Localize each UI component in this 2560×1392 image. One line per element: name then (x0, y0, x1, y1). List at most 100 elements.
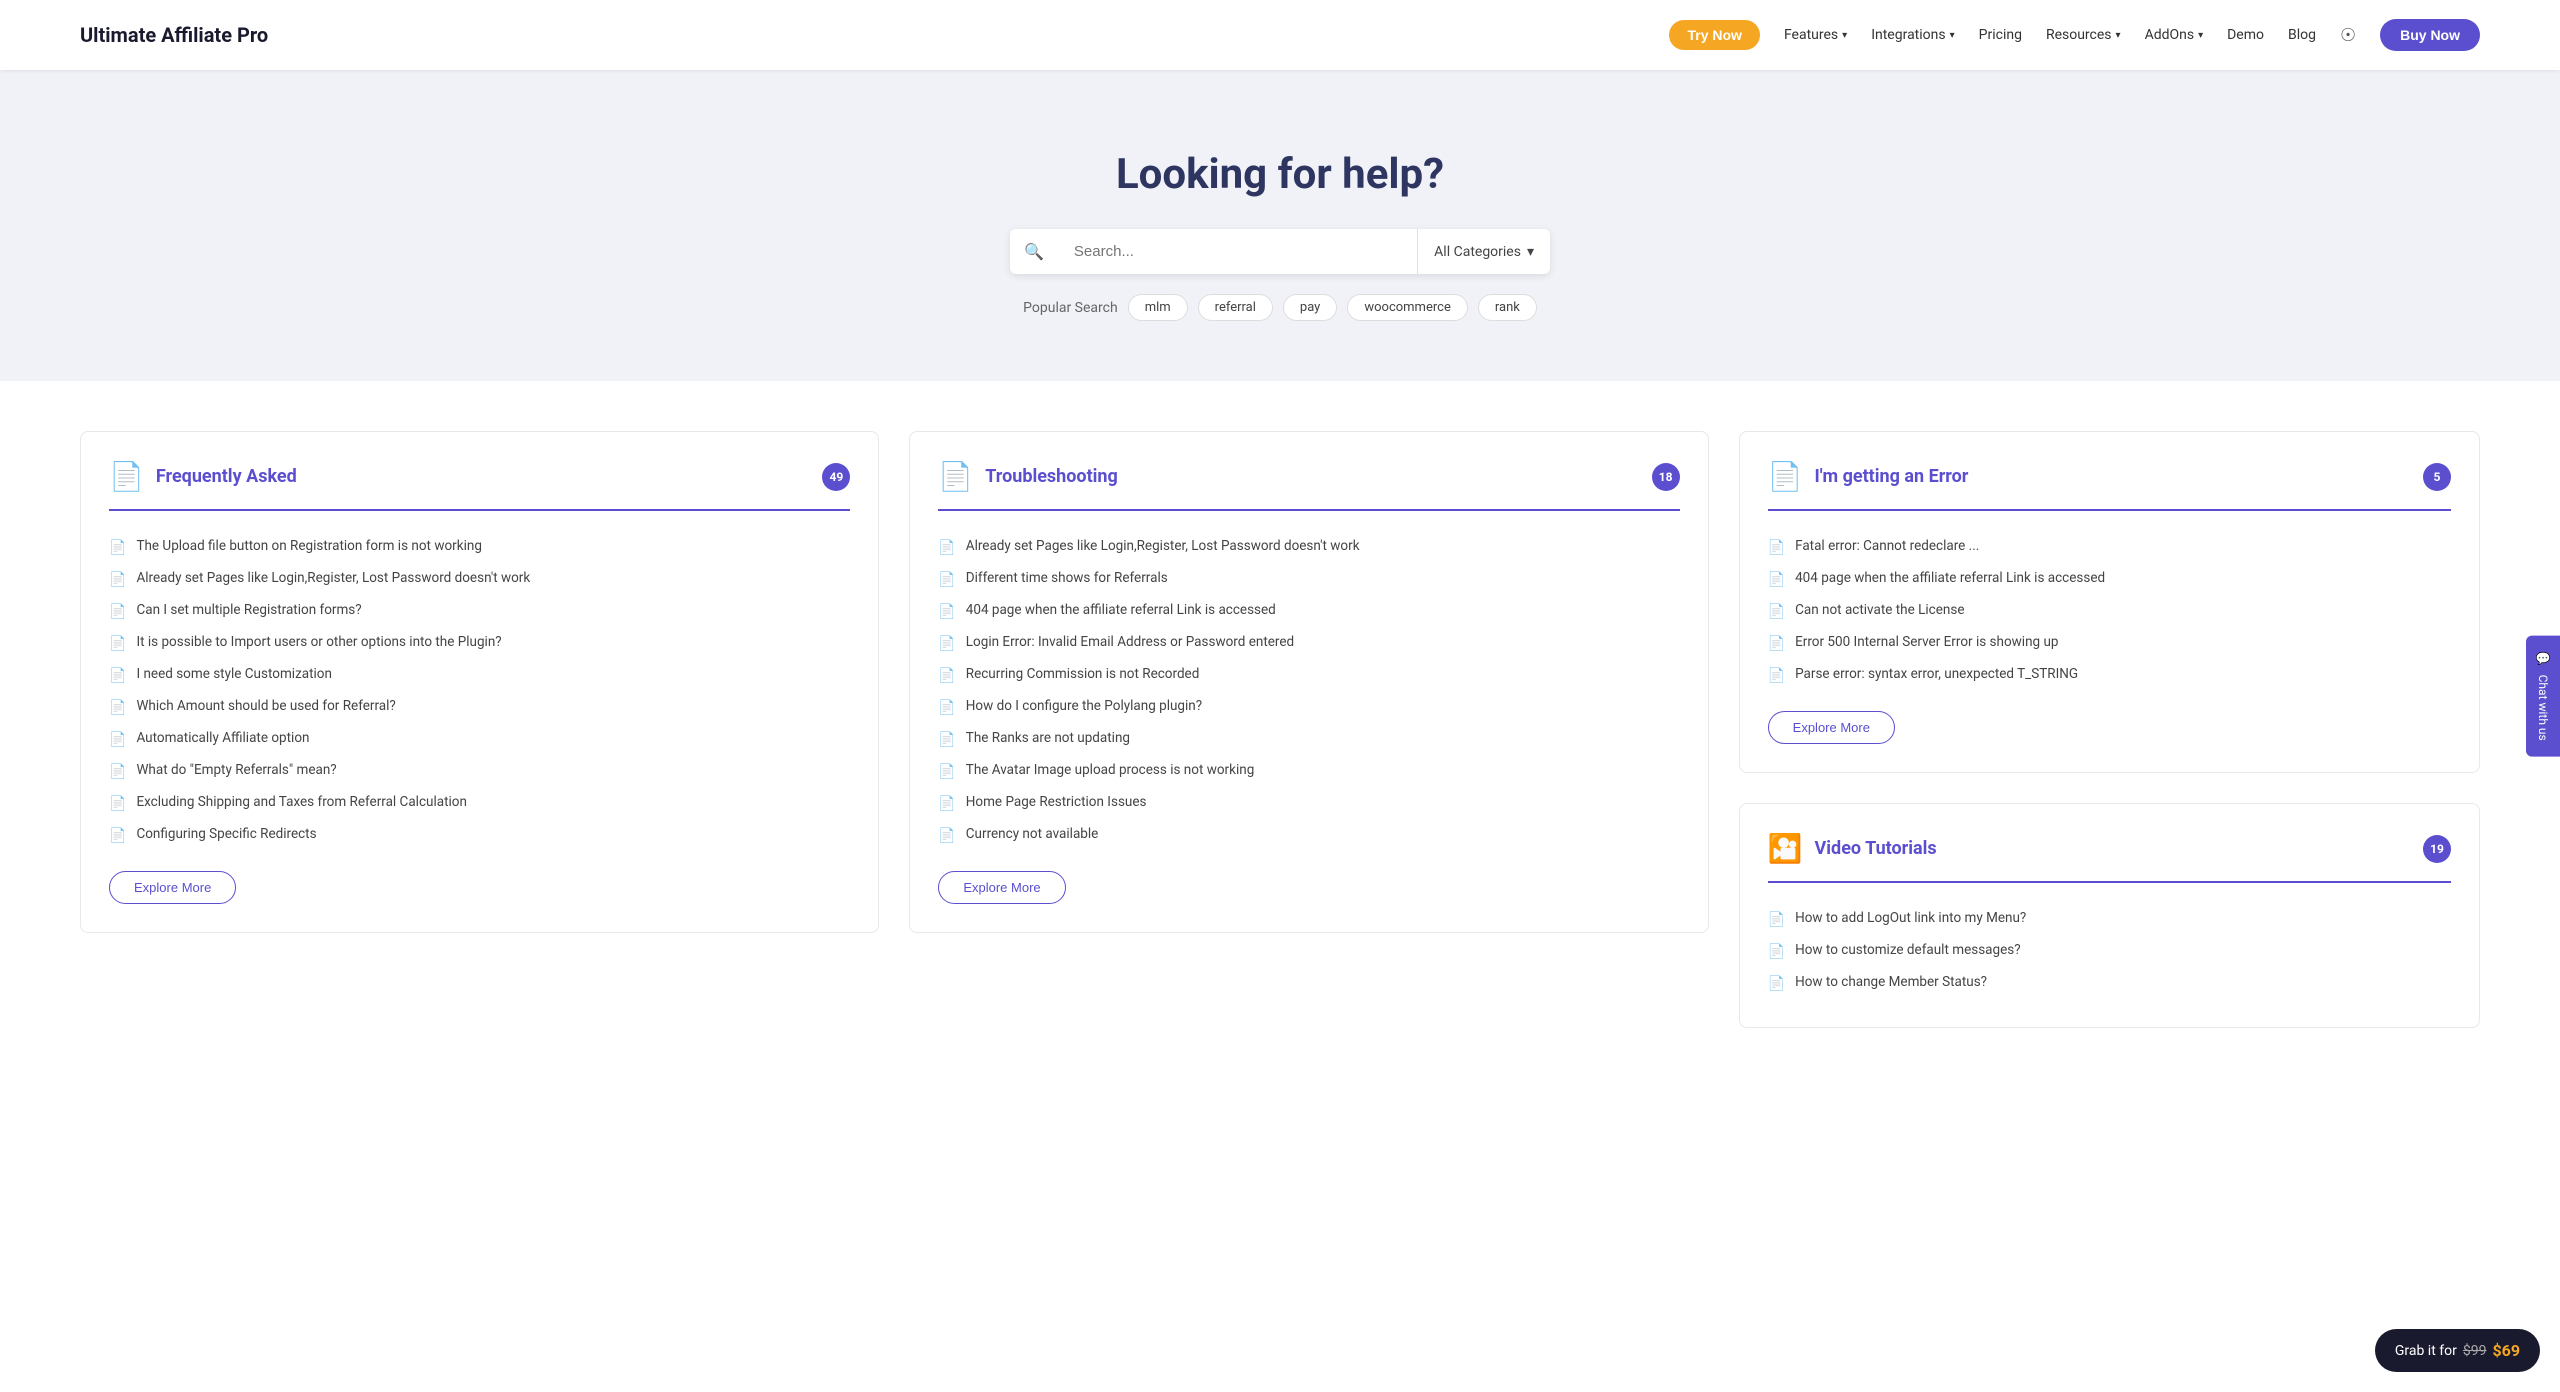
doc-icon: 📄 (109, 604, 126, 620)
list-item[interactable]: 📄How to change Member Status? (1768, 967, 2451, 999)
popular-tag[interactable]: referral (1198, 294, 1273, 321)
doc-icon: 📄 (938, 796, 955, 812)
document-icon: 📄 (1768, 460, 1803, 493)
list-item[interactable]: 📄Already set Pages like Login,Register, … (109, 563, 850, 595)
category-label: All Categories (1434, 244, 1521, 260)
doc-icon: 📄 (109, 636, 126, 652)
doc-icon: 📄 (938, 700, 955, 716)
document-icon: 📄 (938, 460, 973, 493)
list-item[interactable]: 📄Recurring Commission is not Recorded (938, 659, 1679, 691)
card-badge: 49 (822, 463, 850, 491)
card-header: 🎦 Video Tutorials 19 (1768, 832, 2451, 865)
buy-bar[interactable]: Grab it for $99 $69 (2375, 1329, 2540, 1372)
chat-sidebar[interactable]: 💬 Chat with us (2526, 636, 2560, 757)
video-tutorials-card: 🎦 Video Tutorials 19 📄How to add LogOut … (1739, 803, 2480, 1028)
nav-demo[interactable]: Demo (2227, 27, 2264, 43)
card-title: I'm getting an Error (1815, 466, 1969, 487)
list-item[interactable]: 📄Can I set multiple Registration forms? (109, 595, 850, 627)
doc-icon: 📄 (1768, 636, 1785, 652)
doc-icon: 📄 (938, 732, 955, 748)
list-item[interactable]: 📄Fatal error: Cannot redeclare ... (1768, 531, 2451, 563)
user-icon[interactable]: ☉ (2340, 25, 2356, 46)
doc-icon: 📄 (109, 668, 126, 684)
list-item[interactable]: 📄Excluding Shipping and Taxes from Refer… (109, 787, 850, 819)
list-item[interactable]: 📄Login Error: Invalid Email Address or P… (938, 627, 1679, 659)
list-item[interactable]: 📄Home Page Restriction Issues (938, 787, 1679, 819)
list-item[interactable]: 📄Error 500 Internal Server Error is show… (1768, 627, 2451, 659)
list-item[interactable]: 📄The Avatar Image upload process is not … (938, 755, 1679, 787)
card-divider (109, 509, 850, 511)
chevron-down-icon: ▾ (2116, 30, 2121, 41)
list-item[interactable]: 📄The Upload file button on Registration … (109, 531, 850, 563)
doc-icon: 📄 (109, 828, 126, 844)
nav-integrations[interactable]: Integrations ▾ (1871, 27, 1954, 43)
category-dropdown[interactable]: All Categories ▾ (1417, 229, 1550, 274)
buy-now-button[interactable]: Buy Now (2380, 19, 2480, 51)
try-now-button[interactable]: Try Now (1669, 20, 1759, 50)
list-item[interactable]: 📄404 page when the affiliate referral Li… (938, 595, 1679, 627)
doc-icon: 📄 (938, 540, 955, 556)
list-item[interactable]: 📄Different time shows for Referrals (938, 563, 1679, 595)
doc-icon: 📄 (938, 636, 955, 652)
nav-addons[interactable]: AddOns ▾ (2145, 27, 2204, 43)
explore-more-error[interactable]: Explore More (1768, 711, 1895, 744)
video-icon: 🎦 (1768, 832, 1803, 865)
chevron-down-icon: ▾ (1950, 30, 1955, 41)
video-list: 📄How to add LogOut link into my Menu?📄Ho… (1768, 903, 2451, 999)
brand: Ultimate Affiliate Pro (80, 23, 268, 47)
explore-more-faq[interactable]: Explore More (109, 871, 236, 904)
doc-icon: 📄 (938, 828, 955, 844)
doc-icon: 📄 (938, 764, 955, 780)
search-bar: 🔍 All Categories ▾ (1010, 229, 1550, 274)
error-list: 📄Fatal error: Cannot redeclare ...📄404 p… (1768, 531, 2451, 691)
card-header: 📄 Frequently Asked 49 (109, 460, 850, 493)
doc-icon: 📄 (1768, 668, 1785, 684)
doc-icon: 📄 (109, 540, 126, 556)
card-header: 📄 I'm getting an Error 5 (1768, 460, 2451, 493)
hero-section: Looking for help? 🔍 All Categories ▾ Pop… (0, 70, 2560, 381)
nav-resources[interactable]: Resources ▾ (2046, 27, 2121, 43)
list-item[interactable]: 📄It is possible to Import users or other… (109, 627, 850, 659)
nav-pricing[interactable]: Pricing (1979, 27, 2022, 43)
list-item[interactable]: 📄How to customize default messages? (1768, 935, 2451, 967)
list-item[interactable]: 📄How to add LogOut link into my Menu? (1768, 903, 2451, 935)
list-item[interactable]: 📄Already set Pages like Login,Register, … (938, 531, 1679, 563)
doc-icon: 📄 (109, 796, 126, 812)
list-item[interactable]: 📄404 page when the affiliate referral Li… (1768, 563, 2451, 595)
list-item[interactable]: 📄I need some style Customization (109, 659, 850, 691)
list-item[interactable]: 📄Parse error: syntax error, unexpected T… (1768, 659, 2451, 691)
popular-tag[interactable]: mlm (1128, 294, 1188, 321)
search-icon: 🔍 (1010, 229, 1058, 274)
card-badge: 5 (2423, 463, 2451, 491)
explore-more-troubleshooting[interactable]: Explore More (938, 871, 1065, 904)
list-item[interactable]: 📄Which Amount should be used for Referra… (109, 691, 850, 723)
card-title-wrap: 📄 Frequently Asked (109, 460, 297, 493)
list-item[interactable]: 📄Can not activate the License (1768, 595, 2451, 627)
nav-blog[interactable]: Blog (2288, 27, 2316, 43)
new-price: $69 (2492, 1341, 2520, 1360)
list-item[interactable]: 📄Configuring Specific Redirects (109, 819, 850, 851)
doc-icon: 📄 (1768, 944, 1785, 960)
chevron-down-icon: ▾ (2198, 30, 2203, 41)
doc-icon: 📄 (938, 668, 955, 684)
card-title-wrap: 📄 Troubleshooting (938, 460, 1117, 493)
faq-list: 📄The Upload file button on Registration … (109, 531, 850, 851)
list-item[interactable]: 📄The Ranks are not updating (938, 723, 1679, 755)
nav-features[interactable]: Features ▾ (1784, 27, 1847, 43)
list-item[interactable]: 📄What do "Empty Referrals" mean? (109, 755, 850, 787)
popular-tag[interactable]: pay (1283, 294, 1337, 321)
frequently-asked-card: 📄 Frequently Asked 49 📄The Upload file b… (80, 431, 879, 933)
card-divider (1768, 509, 2451, 511)
list-item[interactable]: 📄Automatically Affiliate option (109, 723, 850, 755)
list-item[interactable]: 📄Currency not available (938, 819, 1679, 851)
buy-prefix: Grab it for (2395, 1343, 2457, 1359)
popular-tag[interactable]: woocommerce (1347, 294, 1468, 321)
list-item[interactable]: 📄How do I configure the Polylang plugin? (938, 691, 1679, 723)
document-icon: 📄 (109, 460, 144, 493)
chat-label: Chat with us (2536, 674, 2550, 740)
search-input[interactable] (1058, 229, 1417, 274)
doc-icon: 📄 (1768, 572, 1785, 588)
popular-tag[interactable]: rank (1478, 294, 1537, 321)
navbar: Ultimate Affiliate Pro Try Now Features … (0, 0, 2560, 70)
card-badge: 19 (2423, 835, 2451, 863)
